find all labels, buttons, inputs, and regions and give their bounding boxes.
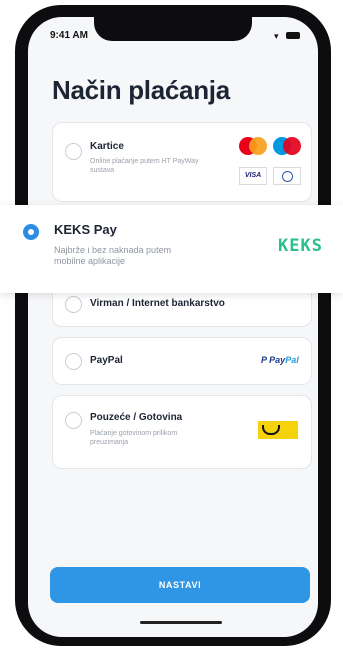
radio-cards[interactable]: [65, 143, 82, 160]
option-label: Kartice: [90, 141, 124, 152]
payment-option-keks[interactable]: KEKS Pay Najbrže i bez naknada putem mob…: [0, 205, 343, 293]
option-label: KEKS Pay: [54, 222, 117, 237]
battery-icon: [286, 32, 300, 39]
cash-on-delivery-icon: [258, 421, 298, 439]
screen: 9:41 AM ▾ Način plaćanja Kartice Online …: [28, 17, 318, 637]
notch: [94, 17, 252, 41]
maestro-icon: [273, 137, 301, 155]
payment-option-cards[interactable]: Kartice Online plaćanje putem HT PayWay …: [52, 122, 312, 202]
payment-option-paypal[interactable]: PayPal P PayPal: [52, 337, 312, 385]
radio-paypal[interactable]: [65, 353, 82, 370]
wifi-icon: ▾: [274, 31, 279, 41]
radio-cod[interactable]: [65, 412, 82, 429]
option-description: Plaćanje gotovinom prilikom preuzimanja: [90, 430, 178, 446]
radio-transfer[interactable]: [65, 296, 82, 313]
mastercard-icon: [239, 137, 267, 155]
option-description: Online plaćanje putem HT PayWay sustava: [90, 158, 199, 174]
diners-icon: [273, 167, 301, 185]
keks-logo: KEKS: [278, 236, 323, 256]
continue-button[interactable]: NASTAVI: [50, 567, 310, 603]
option-label: Virman / Internet bankarstvo: [90, 298, 225, 309]
paypal-logo: P PayPal: [261, 355, 299, 365]
visa-icon: VISA: [239, 167, 267, 185]
option-label: Pouzeće / Gotovina: [90, 412, 183, 423]
option-description: Najbrže i bez naknada putem mobilne apli…: [54, 245, 172, 266]
radio-keks-selected[interactable]: [23, 224, 39, 240]
home-indicator: [140, 621, 222, 624]
status-time: 9:41 AM: [50, 30, 88, 41]
payment-option-cod[interactable]: Pouzeće / Gotovina Plaćanje gotovinom pr…: [52, 395, 312, 469]
option-label: PayPal: [90, 355, 123, 366]
page-title: Način plaćanja: [52, 75, 230, 105]
